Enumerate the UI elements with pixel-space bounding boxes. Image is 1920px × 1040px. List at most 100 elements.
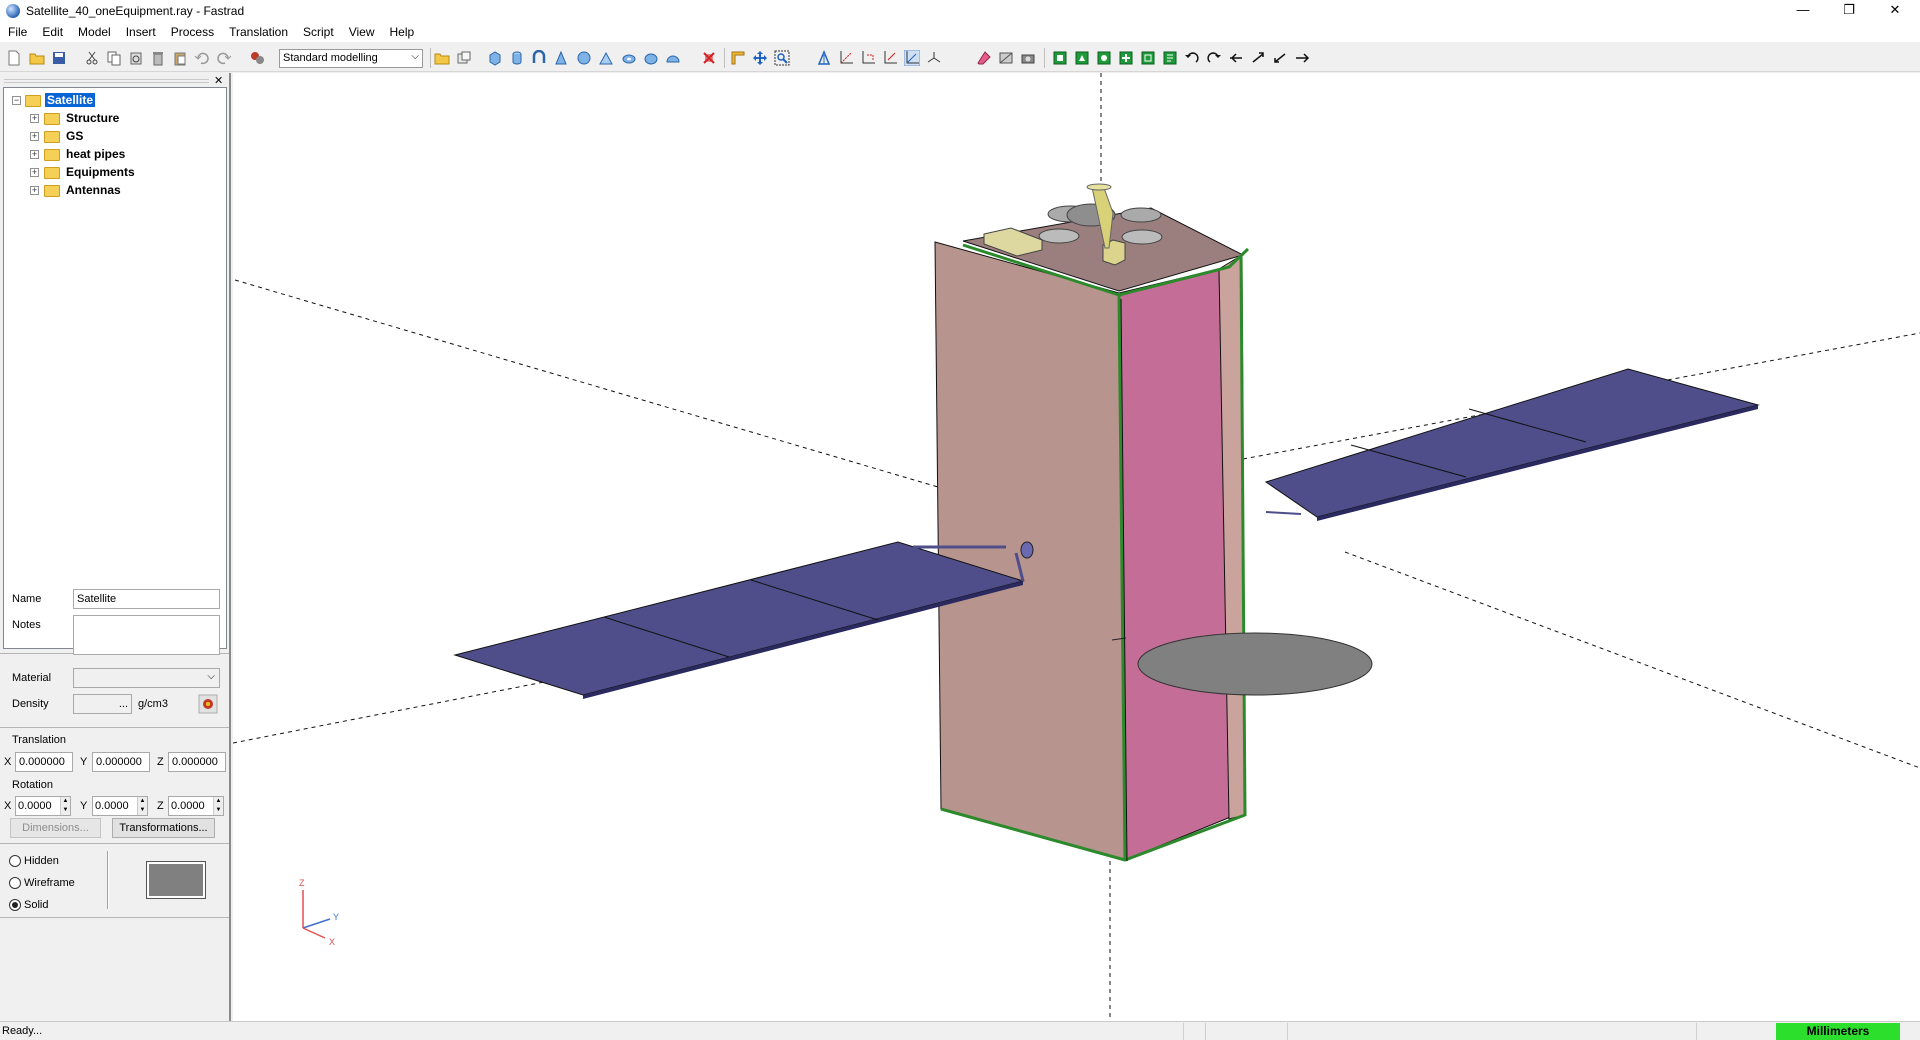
insert-tube-icon[interactable] [531, 50, 547, 66]
ruler-icon[interactable] [730, 50, 746, 66]
insert-assembly-icon[interactable] [456, 50, 472, 66]
eraser-icon[interactable] [976, 50, 992, 66]
collapse-icon[interactable]: − [12, 96, 21, 105]
monte-carlo-icon[interactable] [1118, 50, 1134, 66]
rotation-y-stepper[interactable]: 0.0000 ▲ ▼ [92, 796, 148, 816]
delete-icon[interactable] [150, 50, 166, 66]
tilt-left-icon[interactable] [1272, 50, 1288, 66]
solid-radio[interactable] [9, 899, 21, 911]
insert-torus-icon[interactable] [621, 50, 637, 66]
units-indicator[interactable]: Millimeters [1776, 1023, 1900, 1040]
model-tree[interactable]: − Satellite + Structure + GS + heat pipe… [3, 87, 227, 649]
redo-icon[interactable] [216, 50, 232, 66]
translation-x-field[interactable]: 0.000000 [15, 752, 73, 772]
insert-wedge-icon[interactable] [598, 50, 614, 66]
menu-translation[interactable]: Translation [221, 22, 295, 42]
menu-edit[interactable]: Edit [34, 22, 70, 42]
menu-process[interactable]: Process [163, 22, 221, 42]
section-icon[interactable] [998, 50, 1014, 66]
dimensions-button[interactable]: Dimensions... [10, 818, 101, 838]
pan-icon[interactable] [752, 50, 768, 66]
density-field[interactable]: ... [73, 694, 132, 714]
paste-icon[interactable] [172, 50, 188, 66]
insert-box-icon[interactable] [487, 50, 503, 66]
insert-sphere-icon[interactable] [576, 50, 592, 66]
3d-viewport[interactable]: Z Y X [233, 73, 1920, 1021]
camera-icon[interactable] [1020, 50, 1036, 66]
insert-dome-icon[interactable] [665, 50, 681, 66]
wireframe-radio[interactable] [9, 877, 21, 889]
panel-grip[interactable] [4, 79, 209, 83]
tilt-right-icon[interactable] [1294, 50, 1310, 66]
insert-cone-icon[interactable] [553, 50, 569, 66]
menu-help[interactable]: Help [382, 22, 422, 42]
view-front-icon[interactable] [816, 50, 832, 66]
save-icon[interactable] [51, 50, 67, 66]
maximize-button[interactable]: ❐ [1826, 0, 1872, 22]
expand-icon[interactable]: + [30, 150, 39, 159]
tree-item-gs[interactable]: + GS [4, 128, 204, 146]
menu-file[interactable]: File [0, 22, 34, 42]
open-folder-icon[interactable] [29, 50, 45, 66]
insert-folder-icon[interactable] [434, 50, 450, 66]
menu-model[interactable]: Model [70, 22, 118, 42]
flip-up-icon[interactable] [1250, 50, 1266, 66]
translation-z-field[interactable]: 0.000000 [168, 752, 226, 772]
menu-view[interactable]: View [341, 22, 382, 42]
dose-map-icon[interactable] [1096, 50, 1112, 66]
tree-item-satellite[interactable]: − Satellite [4, 92, 204, 110]
insert-cylinder-icon[interactable] [509, 50, 525, 66]
color-swatch[interactable] [146, 861, 206, 899]
material-select[interactable]: ⌵ [73, 668, 220, 688]
expand-icon[interactable]: + [30, 132, 39, 141]
rotation-x-stepper[interactable]: 0.0000 ▲ ▼ [15, 796, 71, 816]
copy-icon[interactable] [106, 50, 122, 66]
solid-label: Solid [24, 899, 49, 911]
spin-arrows-icon[interactable]: ▲ ▼ [60, 797, 70, 815]
material-icon[interactable] [249, 50, 265, 66]
zoom-fit-icon[interactable] [774, 50, 790, 66]
tree-item-heat-pipes[interactable]: + heat pipes [4, 146, 204, 164]
hidden-radio[interactable] [9, 855, 21, 867]
rotate-left-icon[interactable] [1184, 50, 1200, 66]
tree-item-antennas[interactable]: + Antennas [4, 182, 204, 200]
view-iso-icon[interactable] [904, 50, 920, 66]
spin-arrows-icon[interactable]: ▲ ▼ [213, 797, 223, 815]
insert-ellipsoid-icon[interactable] [643, 50, 659, 66]
axes-toggle-icon[interactable] [926, 50, 942, 66]
view-yz-icon[interactable] [882, 50, 898, 66]
tree-item-structure[interactable]: + Structure [4, 110, 204, 128]
menu-script[interactable]: Script [295, 22, 341, 42]
view-xz-icon[interactable] [860, 50, 876, 66]
expand-icon[interactable]: + [30, 168, 39, 177]
rotation-z-stepper[interactable]: 0.0000 ▲ ▼ [168, 796, 224, 816]
cut-icon[interactable] [84, 50, 100, 66]
detector-icon[interactable] [1140, 50, 1156, 66]
spin-arrows-icon[interactable]: ▲ ▼ [137, 797, 147, 815]
sector-analysis-icon[interactable] [1074, 50, 1090, 66]
notes-field[interactable] [73, 615, 220, 655]
expand-icon[interactable]: + [30, 186, 39, 195]
material-library-icon[interactable] [198, 694, 218, 714]
name-field[interactable]: Satellite [73, 589, 220, 609]
flip-down-icon[interactable] [1228, 50, 1244, 66]
scene-canvas[interactable]: Z Y X [233, 73, 1920, 1021]
expand-icon[interactable]: + [30, 114, 39, 123]
rotate-right-icon[interactable] [1206, 50, 1222, 66]
new-file-icon[interactable] [6, 50, 22, 66]
folder-icon [44, 113, 60, 125]
ray-trace-icon[interactable] [1052, 50, 1068, 66]
translation-y-field[interactable]: 0.000000 [92, 752, 150, 772]
report-icon[interactable] [1162, 50, 1178, 66]
menu-insert[interactable]: Insert [118, 22, 163, 42]
copy-special-icon[interactable] [128, 50, 144, 66]
minimize-button[interactable]: — [1780, 0, 1826, 22]
close-button[interactable]: ✕ [1872, 0, 1918, 22]
transformations-button[interactable]: Transformations... [112, 818, 215, 838]
mode-select[interactable]: Standard modelling ⌵ [279, 49, 423, 68]
view-xy-icon[interactable] [838, 50, 854, 66]
tree-item-equipments[interactable]: + Equipments [4, 164, 204, 182]
undo-icon[interactable] [194, 50, 210, 66]
panel-close-icon[interactable]: ✕ [214, 74, 223, 87]
bounding-box-icon[interactable] [701, 50, 717, 66]
